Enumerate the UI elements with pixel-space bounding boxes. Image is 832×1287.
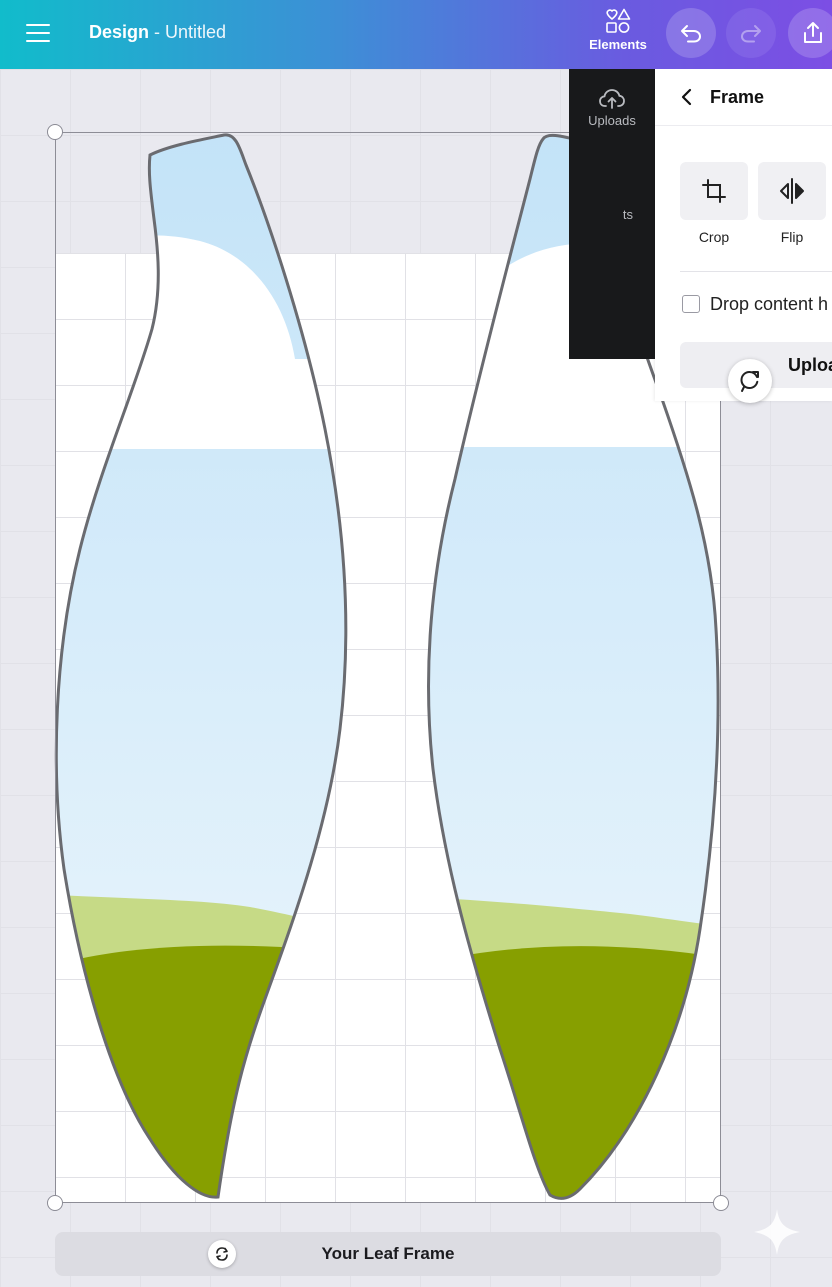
flip-icon <box>780 178 804 204</box>
menu-button[interactable] <box>22 18 54 50</box>
frame-name-bar[interactable]: Your Leaf Frame <box>55 1232 721 1276</box>
sparkle-icon <box>754 1209 800 1255</box>
design-canvas[interactable]: Uploads ts Frame Crop Flip Drop content … <box>0 69 832 1287</box>
crop-icon <box>702 179 726 203</box>
elements-label: Elements <box>589 37 647 52</box>
undo-icon <box>681 25 702 43</box>
uploads-label: Uploads <box>588 113 636 128</box>
resize-handle-bottom-left[interactable] <box>47 1195 63 1211</box>
cloud-upload-icon <box>599 89 625 109</box>
uploads-tab[interactable]: Uploads <box>569 87 655 128</box>
title-separator: - <box>149 22 166 42</box>
share-button[interactable] <box>788 8 832 58</box>
redo-icon <box>740 25 761 43</box>
flip-button[interactable]: Flip <box>758 162 826 245</box>
title-bold: Design <box>89 22 150 42</box>
rotate-button[interactable] <box>728 359 772 403</box>
resize-handle-top-left[interactable] <box>47 124 63 140</box>
side-nav: Uploads ts <box>569 69 655 359</box>
redo-button[interactable] <box>726 8 776 58</box>
chevron-left-icon <box>681 88 692 106</box>
upload-label: Uploa <box>788 355 832 375</box>
undo-button[interactable] <box>666 8 716 58</box>
panel-title: Frame <box>710 87 765 107</box>
drop-content-label: Drop content h <box>710 294 829 314</box>
panel-header: Frame <box>655 69 832 126</box>
title-doc-name: Untitled <box>165 22 227 42</box>
frame-panel: Frame Crop Flip Drop content h Uplo <box>655 69 832 401</box>
frame-name-label: Your Leaf Frame <box>321 1244 455 1263</box>
back-button[interactable] <box>677 85 697 109</box>
flip-label: Flip <box>780 229 804 245</box>
elements-button[interactable]: Elements <box>584 6 652 62</box>
drop-content-option[interactable]: Drop content h <box>682 294 828 315</box>
document-title[interactable]: Design - Untitled <box>89 22 226 43</box>
elements-icon <box>606 8 631 33</box>
share-icon <box>804 22 822 43</box>
crop-label: Crop <box>698 229 730 245</box>
checkbox-icon[interactable] <box>682 295 700 313</box>
rotate-icon <box>740 370 759 392</box>
side-tab-partial[interactable]: ts <box>623 207 633 222</box>
top-toolbar: Design - Untitled Elements <box>0 0 832 69</box>
crop-button[interactable]: Crop <box>680 162 748 245</box>
resize-handle-bottom-right[interactable] <box>713 1195 729 1211</box>
panel-divider <box>680 271 832 272</box>
menu-icon <box>22 24 54 42</box>
